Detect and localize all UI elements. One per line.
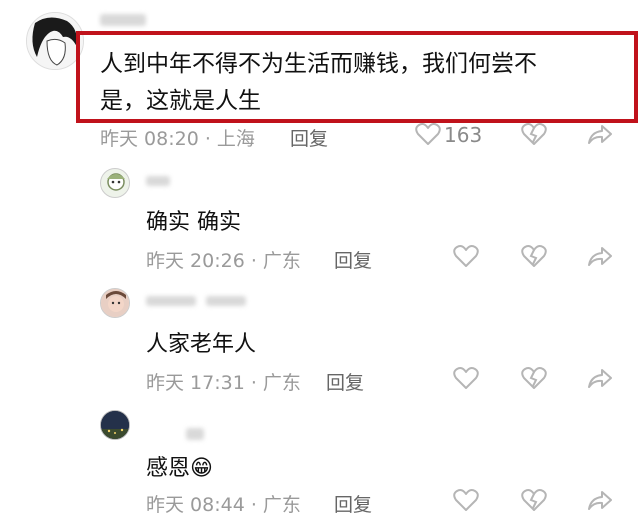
username-blurred	[186, 428, 204, 440]
username-blurred	[100, 14, 146, 26]
heart-icon[interactable]	[452, 486, 480, 514]
avatar[interactable]	[100, 288, 130, 318]
avatar[interactable]	[100, 168, 130, 198]
broken-heart-icon[interactable]	[520, 120, 548, 148]
username-blurred	[206, 296, 246, 306]
like-count: 163	[444, 123, 483, 147]
comment-meta: 昨天 08:20 · 上海	[100, 128, 255, 150]
grin-emoji: 😁	[190, 456, 213, 481]
comment-text: 确实 确实	[146, 210, 241, 235]
share-icon[interactable]	[586, 120, 614, 148]
share-icon[interactable]	[586, 486, 614, 514]
reply-button[interactable]: 回复	[290, 124, 328, 151]
comment-meta: 昨天 20:26 · 广东	[146, 250, 301, 272]
comment-text: 感恩😁	[146, 450, 213, 482]
comment-text-label: 感恩	[146, 456, 191, 481]
username-blurred	[146, 296, 196, 306]
share-icon[interactable]	[586, 242, 614, 270]
comment-meta: 昨天 17:31 · 广东	[146, 372, 301, 394]
comment-text: 是，这就是人生	[100, 88, 261, 114]
broken-heart-icon[interactable]	[520, 364, 548, 392]
reply-button[interactable]: 回复	[334, 490, 372, 517]
heart-icon[interactable]	[452, 364, 480, 392]
comment-text: 人家老年人	[146, 332, 257, 357]
broken-heart-icon[interactable]	[520, 486, 548, 514]
reply-button[interactable]: 回复	[334, 246, 372, 273]
heart-icon[interactable]	[414, 120, 442, 148]
heart-icon[interactable]	[452, 242, 480, 270]
avatar[interactable]	[100, 410, 130, 440]
broken-heart-icon[interactable]	[520, 242, 548, 270]
share-icon[interactable]	[586, 364, 614, 392]
reply-button[interactable]: 回复	[326, 368, 364, 395]
comment-meta: 昨天 08:44 · 广东	[146, 494, 301, 516]
comment-text: 人到中年不得不为生活而赚钱，我们何尝不	[100, 51, 537, 77]
username-blurred	[146, 176, 170, 186]
